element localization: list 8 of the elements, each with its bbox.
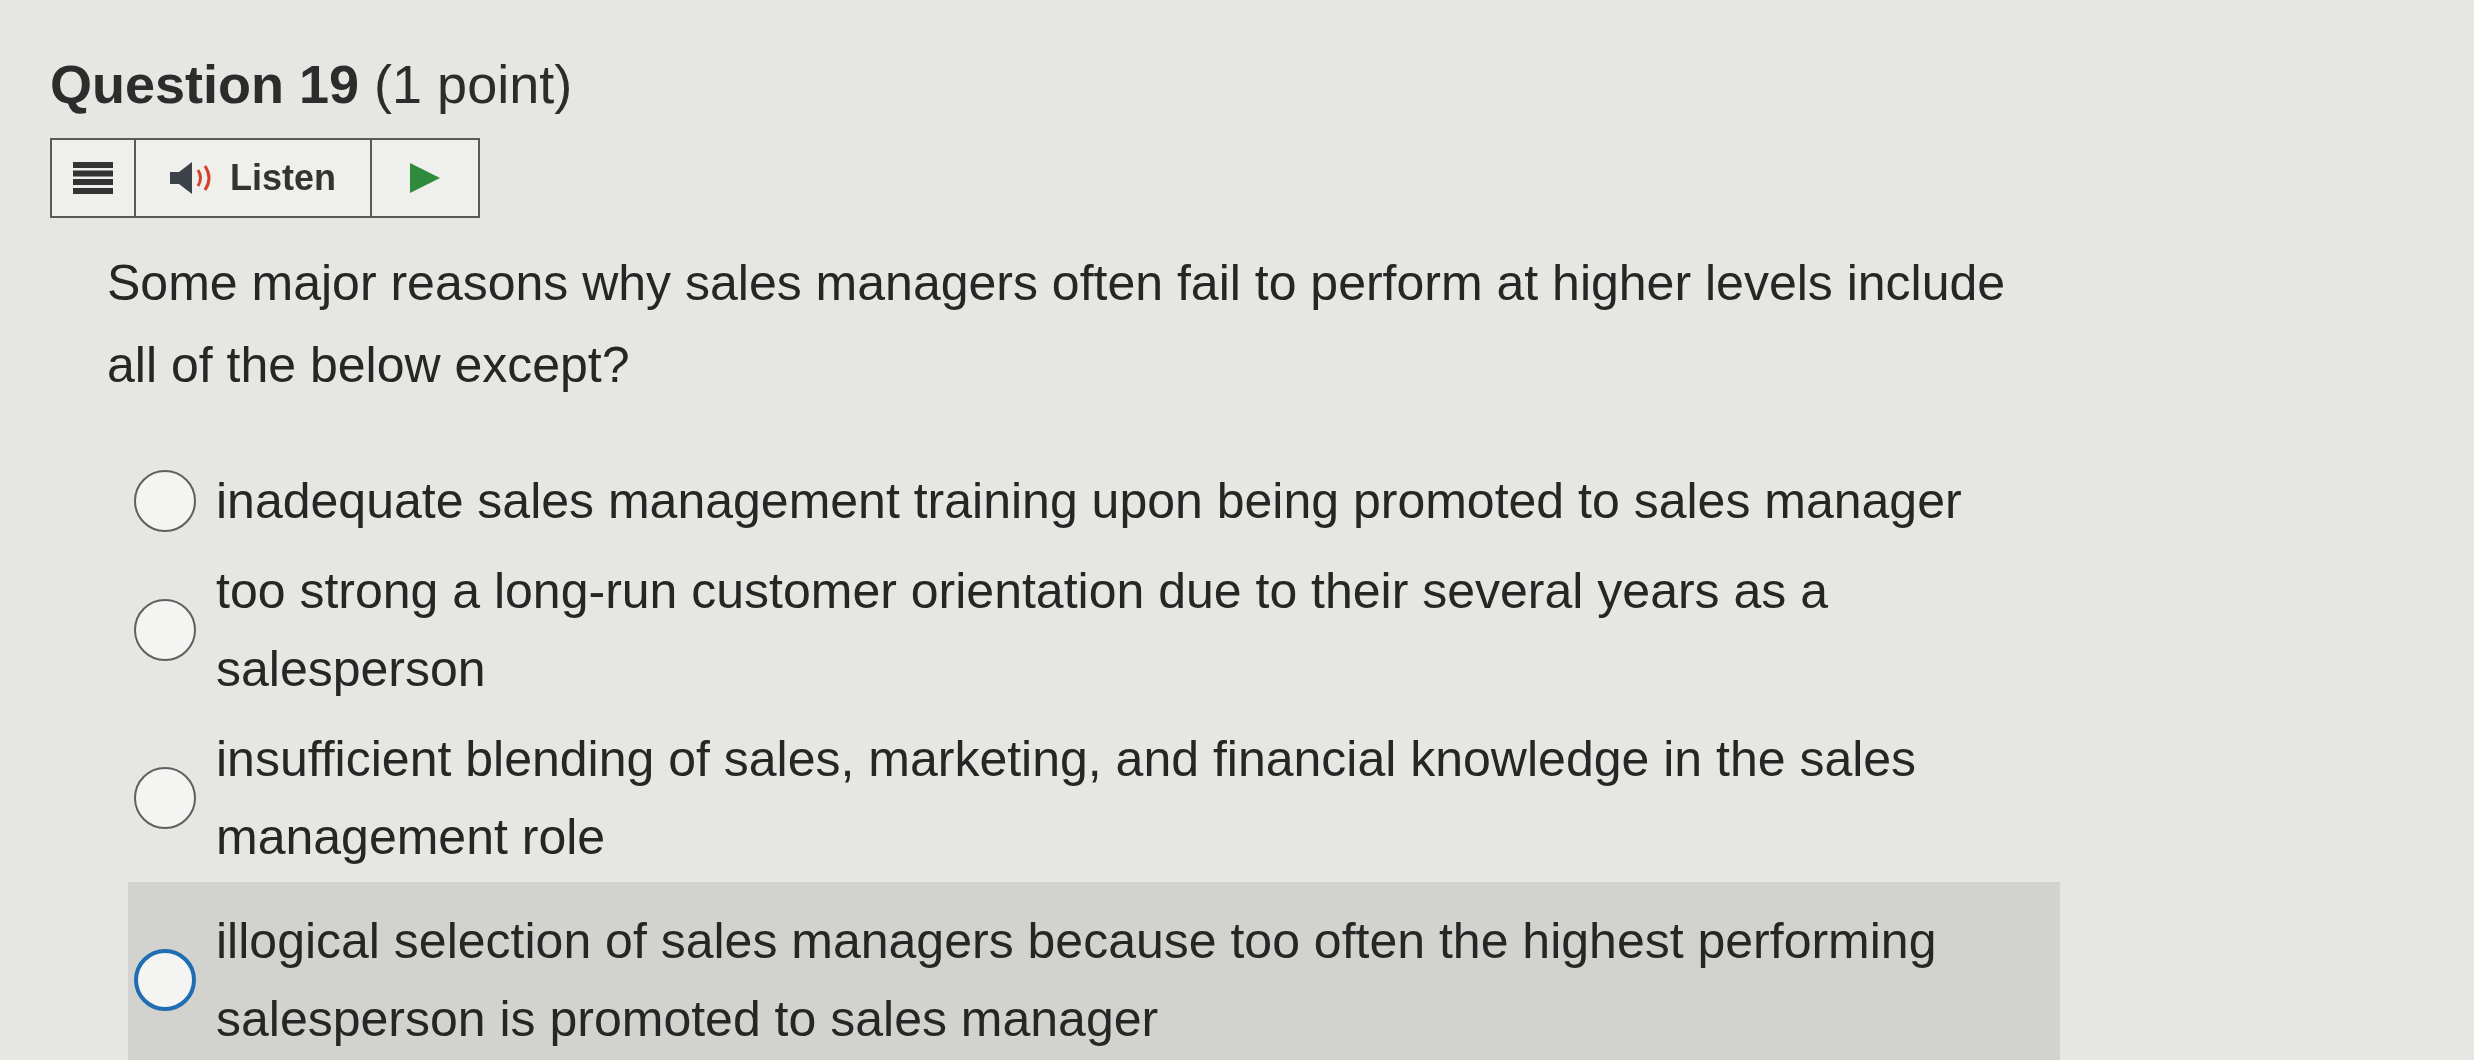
question-title: Question 19 (1 point) — [50, 53, 573, 116]
answer-option-text: inadequate sales management training upon being promoted to sales manager — [216, 472, 1963, 531]
highlighted-answer-option[interactable]: illogical selection of sales managers because too often the highest performing salesperson is promoted to sales manager — [128, 882, 2060, 1060]
answer-option-text: insufficient blending of sales, marketing, and financial knowledge in the sales management role — [216, 730, 1918, 867]
play-icon — [410, 163, 440, 193]
question-text: Some major reasons why sales managers often fail to perform at higher levels include all of the below except? — [107, 254, 2007, 395]
answer-option-text: illogical selection of sales managers because too often the highest performing salesperson is promoted to sales manager — [216, 912, 1938, 1049]
menu-icon — [73, 162, 113, 194]
